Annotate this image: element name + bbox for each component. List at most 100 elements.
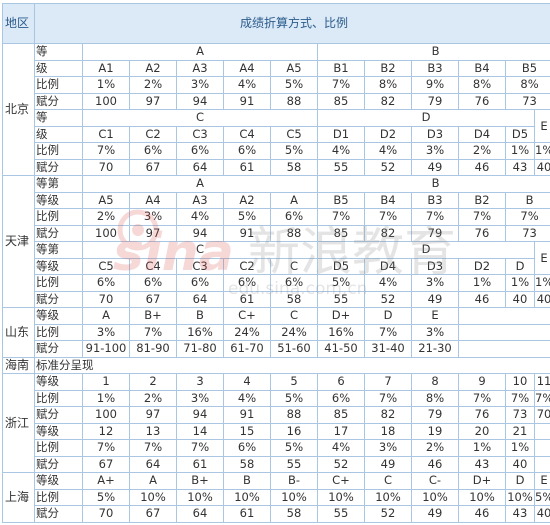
ratio-cell: 5% [270,439,318,457]
score-cell: 61 [176,455,224,473]
grade-cell: 11 [533,373,550,391]
ratio-cell: 7% [458,208,506,226]
grade-cell: B+ [129,307,177,325]
score-cell: 52 [317,455,365,473]
ratio-cell: 8% [504,76,550,94]
ratio-cell: 4% [223,76,271,94]
grade-cell: D4 [364,257,412,275]
grade-cell: B5 [317,191,365,209]
row-label: 比例 [34,389,83,407]
grade-cell: C+ [317,472,365,490]
group-header: A [82,175,318,193]
region-note: 标准分呈现 [33,356,550,374]
grade-cell: E [411,307,459,325]
empty-cell [533,422,550,440]
score-cell: 91 [223,92,271,110]
ratio-cell: 4% [364,142,412,160]
grade-cell: 3 [176,373,224,391]
ratio-cell: 3% [411,274,459,292]
score-cell: 70 [82,290,130,308]
score-cell: 21-30 [411,340,459,358]
ratio-cell: 1% [505,142,535,160]
row-label: 等第 [34,175,83,193]
grade-cell: A [270,191,318,209]
grade-cell: 8 [411,373,459,391]
ratio-cell: 1% [82,76,130,94]
score-cell: 97 [129,406,177,424]
grade-cell: 18 [364,422,412,440]
score-cell: 43 [505,158,535,176]
ratio-cell: 10% [223,488,271,506]
score-row: 赋分 100 97 94 91 88 85 82 79 76 73 70 [3,406,550,424]
score-row: 赋分 70 67 64 61 58 55 52 49 46 43 40 [3,505,550,523]
score-cell: 40 [533,290,550,308]
score-cell: 64 [176,290,224,308]
grade-cell: C2 [129,125,177,143]
ratio-cell: 1% [505,274,535,292]
row-label: 等 [34,109,83,127]
ratio-cell: 10% [176,488,224,506]
ratio-cell: 3% [176,389,224,407]
group-header: C [82,241,318,259]
empty-cell [533,455,550,473]
ratio-cell: 5% [270,76,318,94]
ratio-cell: 6% [223,439,271,457]
ratio-cell: 4% [317,439,365,457]
ratio-row: 比例7%6%6%6%5%4%4%3%2%1%1% [3,142,550,160]
ratio-cell: 24% [223,323,271,341]
ratio-cell: 1% [533,142,550,160]
score-cell: 51-60 [270,340,318,358]
row-label: 赋分 [34,455,83,473]
ratio-row: 比例5%10%10%10%10%10%10%10%10%10%5% [3,488,550,506]
score-cell: 97 [129,224,177,242]
grade-cell: 15 [223,422,271,440]
ratio-cell: 3% [411,142,459,160]
ratio-cell: 7% [129,323,177,341]
row-label: 赋分 [34,224,83,242]
grade-cell: B [176,307,224,325]
ratio-cell: 6% [270,208,318,226]
ratio-cell: 3% [411,323,459,341]
row-label: 等级 [34,191,83,209]
grade-cell: B1 [317,59,365,77]
ratio-cell: 5% [533,488,550,506]
ratio-cell: 5% [317,274,365,292]
score-cell: 73 [504,224,550,242]
score-cell: 71-80 [176,340,224,358]
score-cell: 58 [223,455,271,473]
row-label: 等 [34,43,83,61]
score-cell: 88 [270,92,318,110]
grade-cell: D [505,257,535,275]
score-cell: 43 [505,505,535,523]
grade-cell: B2 [364,59,412,77]
ratio-cell: 5% [82,488,130,506]
score-cell: 91-100 [82,340,130,358]
grade-cell: A4 [129,191,177,209]
score-cell: 82 [364,406,412,424]
grade-cell: C+ [223,307,271,325]
ratio-cell: 10% [270,488,318,506]
grade-cell: D3 [411,125,459,143]
row-label: 等级 [34,472,83,490]
ratio-cell: 7% [364,389,412,407]
ratio-row: 比例6%6%6%6%6%5%4%3%1%1%1% [3,274,550,292]
row-label: 赋分 [34,290,83,308]
score-cell: 49 [364,455,412,473]
ratio-cell: 6% [82,274,130,292]
group-header: D [317,241,535,259]
row-label: 比例 [34,323,83,341]
score-row: 赋分 91-100 81-90 71-80 61-70 51-60 41-50 31-40 21… [3,340,550,358]
score-cell: 61 [223,158,271,176]
ratio-cell: 8% [364,76,412,94]
grade-cell: 1 [82,373,130,391]
score-cell: 85 [317,406,365,424]
grade-cell: D [364,307,412,325]
grade-cell: 21 [505,422,535,440]
grade-cell: C- [411,472,459,490]
ratio-cell: 1% [458,274,506,292]
grade-cell: 19 [411,422,459,440]
ratio-cell: 4% [317,142,365,160]
grade-cell: A5 [82,191,130,209]
group-header: C [82,109,318,127]
score-cell: 79 [411,406,459,424]
